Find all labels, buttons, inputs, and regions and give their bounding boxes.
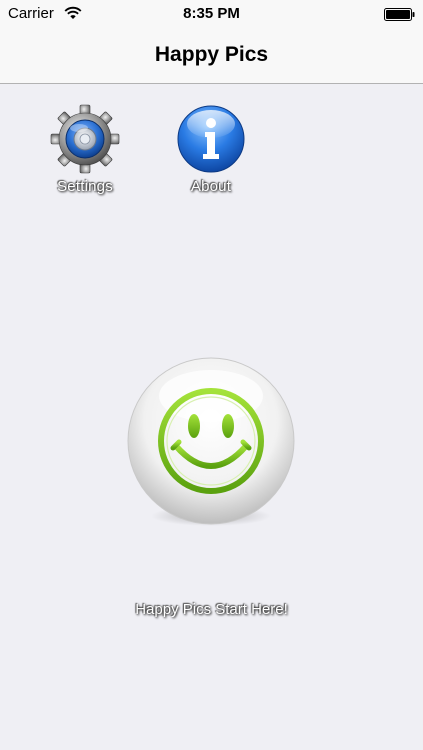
about-label: About (190, 178, 232, 195)
about-button[interactable]: About (166, 104, 256, 195)
status-bar: Carrier 8:35 PM (0, 0, 423, 28)
gear-icon (50, 104, 120, 174)
settings-label: Settings (57, 178, 113, 195)
battery-icon (384, 8, 415, 21)
start-label: Happy Pics Start Here! (135, 601, 288, 618)
navigation-bar: Happy Pics (0, 28, 423, 84)
info-icon (177, 105, 245, 173)
settings-button[interactable]: Settings (40, 104, 130, 195)
status-time: 8:35 PM (183, 5, 240, 22)
start-button[interactable] (124, 356, 298, 530)
page-title: Happy Pics (154, 43, 269, 66)
smiley-icon (127, 357, 295, 526)
